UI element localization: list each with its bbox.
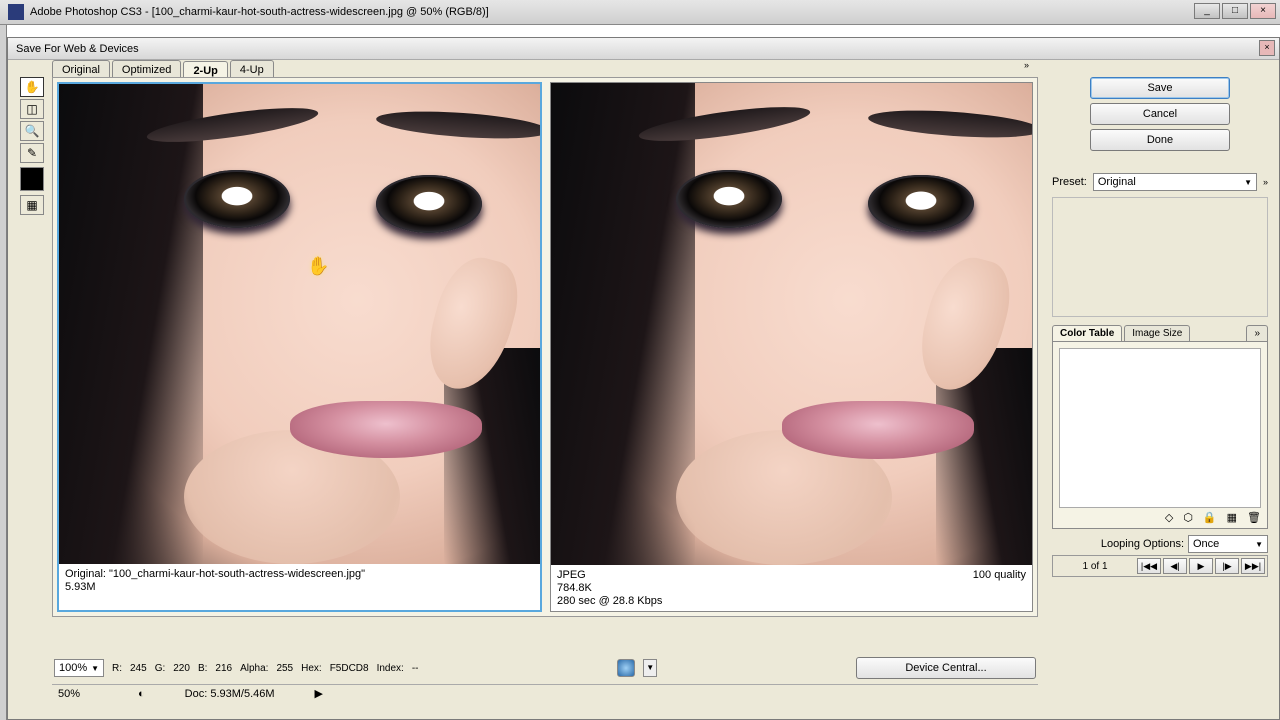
toolbar: ✋ ◫ 🔍 ✎ ▦	[20, 77, 46, 217]
alpha-label: Alpha:	[240, 663, 268, 674]
document-status-bar: 50% ◐ Doc: 5.93M/5.46M ▶	[52, 684, 1038, 702]
play-button[interactable]: ▶	[1189, 558, 1213, 574]
optimize-settings-area	[1052, 197, 1268, 317]
preset-select[interactable]: Original ▼	[1093, 173, 1257, 191]
looping-value: Once	[1193, 538, 1219, 550]
preset-label: Preset:	[1052, 176, 1087, 188]
frame-counter: 1 of 1	[1055, 561, 1135, 572]
preset-menu-icon[interactable]: »	[1263, 177, 1268, 187]
toggle-slices-icon[interactable]: ▦	[20, 195, 44, 215]
doc-size: Doc: 5.93M/5.46M	[185, 688, 275, 700]
color-table-menu-icon[interactable]: »	[1246, 325, 1268, 341]
save-button[interactable]: Save	[1090, 77, 1230, 99]
doc-zoom[interactable]: 50%	[58, 688, 98, 700]
r-label: R:	[112, 663, 122, 674]
tab-image-size[interactable]: Image Size	[1124, 325, 1190, 341]
chevron-down-icon: ▼	[1255, 540, 1263, 549]
tab-color-table[interactable]: Color Table	[1052, 325, 1122, 341]
eyedropper-tool-icon[interactable]: ✎	[20, 143, 44, 163]
last-frame-button[interactable]: ▶▶|	[1241, 558, 1265, 574]
b-label: B:	[198, 663, 207, 674]
prev-frame-button[interactable]: ◀|	[1163, 558, 1187, 574]
index-value: --	[412, 663, 419, 674]
preview-browser-menu[interactable]: ▼	[643, 659, 657, 677]
right-panel: Save Cancel Done Preset: Original ▼ » Co…	[1048, 77, 1272, 579]
original-info-line1: Original: "100_charmi-kaur-hot-south-act…	[65, 568, 534, 581]
cancel-button[interactable]: Cancel	[1090, 103, 1230, 125]
ct-icon[interactable]: ◇	[1165, 511, 1173, 524]
r-value: 245	[130, 663, 147, 674]
ct-icon[interactable]: ⬡	[1183, 511, 1193, 524]
optimized-size: 784.8K	[557, 582, 1026, 595]
color-table-panel: ◇ ⬡ 🔒 ▦ 🗑	[1052, 341, 1268, 529]
first-frame-button[interactable]: |◀◀	[1137, 558, 1161, 574]
doc-info-icon[interactable]: ◐	[138, 688, 145, 700]
optimized-image[interactable]	[551, 83, 1032, 565]
looping-label: Looping Options:	[1101, 538, 1184, 550]
optimized-quality: 100 quality	[973, 569, 1026, 582]
color-table-view[interactable]	[1059, 348, 1261, 508]
preview-browser-icon[interactable]	[617, 659, 635, 677]
view-tabs-menu-icon[interactable]: »	[1024, 60, 1029, 70]
slice-tool-icon[interactable]: ◫	[20, 99, 44, 119]
ct-lock-icon[interactable]: 🔒	[1203, 511, 1217, 524]
original-info: Original: "100_charmi-kaur-hot-south-act…	[59, 564, 540, 610]
chevron-down-icon: ▼	[91, 664, 99, 673]
dialog-title: Save For Web & Devices	[16, 43, 139, 55]
color-table-toolbar: ◇ ⬡ 🔒 ▦ 🗑	[1053, 511, 1267, 524]
status-bar: 100% ▼ R: 245 G: 220 B: 216 Alpha: 255 H…	[52, 657, 1038, 679]
app-icon	[8, 4, 24, 20]
looping-select[interactable]: Once ▼	[1188, 535, 1268, 553]
g-value: 220	[173, 663, 190, 674]
hex-label: Hex:	[301, 663, 322, 674]
chevron-down-icon: ▼	[1244, 178, 1252, 187]
hand-cursor-icon: ✋	[307, 256, 329, 277]
next-frame-button[interactable]: |▶	[1215, 558, 1239, 574]
optimized-info: JPEG 784.8K 280 sec @ 28.8 Kbps 100 qual…	[551, 565, 1032, 611]
optimized-pane[interactable]: JPEG 784.8K 280 sec @ 28.8 Kbps 100 qual…	[550, 82, 1033, 612]
optimized-download: 280 sec @ 28.8 Kbps	[557, 595, 1026, 608]
original-image[interactable]: ✋	[59, 84, 540, 564]
close-button[interactable]: ×	[1250, 3, 1276, 19]
zoom-select[interactable]: 100% ▼	[54, 659, 104, 677]
hex-value: F5DCD8	[330, 663, 369, 674]
dialog-close-button[interactable]: ×	[1259, 40, 1275, 56]
app-title: Adobe Photoshop CS3 - [100_charmi-kaur-h…	[30, 6, 489, 18]
minimize-button[interactable]: _	[1194, 3, 1220, 19]
ct-trash-icon[interactable]: 🗑	[1247, 511, 1261, 524]
device-central-button[interactable]: Device Central...	[856, 657, 1036, 679]
index-label: Index:	[377, 663, 404, 674]
preview-panes: ✋ Original: "100_charmi-kaur-hot-south-a…	[52, 77, 1038, 617]
doc-menu-arrow-icon[interactable]: ▶	[315, 687, 323, 700]
app-title-bar: Adobe Photoshop CS3 - [100_charmi-kaur-h…	[0, 0, 1280, 25]
eyedropper-color-swatch[interactable]	[20, 167, 44, 191]
alpha-value: 255	[276, 663, 293, 674]
g-label: G:	[155, 663, 166, 674]
done-button[interactable]: Done	[1090, 129, 1230, 151]
b-value: 216	[215, 663, 232, 674]
dialog-title-bar: Save For Web & Devices	[8, 38, 1279, 60]
ps-background-strip	[0, 25, 7, 720]
maximize-button[interactable]: □	[1222, 3, 1248, 19]
ct-icon[interactable]: ▦	[1227, 511, 1237, 524]
original-pane[interactable]: ✋ Original: "100_charmi-kaur-hot-south-a…	[57, 82, 542, 612]
hand-tool-icon[interactable]: ✋	[20, 77, 44, 97]
zoom-tool-icon[interactable]: 🔍	[20, 121, 44, 141]
frame-nav: 1 of 1 |◀◀ ◀| ▶ |▶ ▶▶|	[1052, 555, 1268, 577]
optimized-format: JPEG	[557, 569, 1026, 582]
original-info-line2: 5.93M	[65, 581, 534, 594]
preset-value: Original	[1098, 176, 1136, 188]
